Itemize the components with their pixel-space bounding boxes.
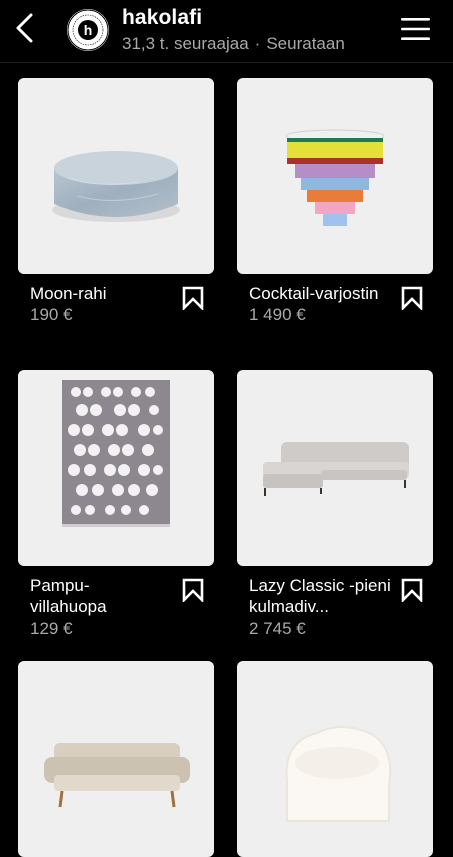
product-meta: Cocktail-varjostin 1 490 €	[237, 274, 433, 354]
account-name: hakolafi	[122, 6, 203, 29]
product-image[interactable]	[18, 370, 214, 566]
product-image[interactable]	[18, 78, 214, 274]
product-price: 190 €	[30, 305, 73, 324]
product-image[interactable]	[237, 370, 433, 566]
product-card[interactable]	[18, 661, 214, 857]
hakola-logo-icon: h	[67, 9, 109, 51]
profile-title-block: hakolafi 31,3 t. seuraajaa · Seurataan	[122, 6, 345, 55]
product-name[interactable]: Lazy Classic -pieni kulmadiv...	[249, 575, 397, 617]
product-price: 1 490 €	[249, 305, 306, 324]
product-image[interactable]	[237, 78, 433, 274]
follow-status[interactable]: Seurataan	[266, 34, 344, 53]
product-meta: Moon-rahi 190 €	[18, 274, 214, 354]
back-arrow-icon[interactable]	[10, 12, 40, 44]
product-meta: Lazy Classic -pieni kulmadiv... 2 745 €	[237, 566, 433, 646]
product-image[interactable]	[237, 661, 433, 857]
bookmark-icon[interactable]	[182, 286, 204, 310]
beige-sofa-icon	[44, 743, 190, 808]
product-card[interactable]: Moon-rahi 190 €	[18, 78, 214, 354]
avatar[interactable]: h	[67, 9, 109, 51]
product-card[interactable]: Pampu-villahuopa 129 €	[18, 370, 214, 646]
corner-sofa-icon	[263, 442, 409, 496]
wool-blanket-icon	[62, 380, 170, 527]
separator-dot: ·	[254, 34, 261, 53]
svg-text:h: h	[84, 22, 93, 38]
chandelier-icon	[285, 129, 385, 226]
bookmark-icon[interactable]	[401, 578, 423, 602]
bookmark-icon[interactable]	[182, 578, 204, 602]
product-card[interactable]: Lazy Classic -pieni kulmadiv... 2 745 €	[237, 370, 433, 646]
product-name[interactable]: Pampu-villahuopa	[30, 575, 150, 617]
product-price: 129 €	[30, 619, 73, 638]
product-image[interactable]	[18, 661, 214, 857]
bookmark-icon[interactable]	[401, 286, 423, 310]
profile-subline: 31,3 t. seuraajaa · Seurataan	[122, 33, 345, 55]
product-card[interactable]: Cocktail-varjostin 1 490 €	[237, 78, 433, 354]
product-meta: Pampu-villahuopa 129 €	[18, 566, 214, 646]
menu-icon[interactable]	[400, 16, 431, 42]
marble-pouf-icon	[52, 151, 180, 222]
armchair-icon	[285, 726, 392, 822]
product-name[interactable]: Cocktail-varjostin	[249, 283, 409, 304]
product-price: 2 745 €	[249, 619, 306, 638]
profile-header: h hakolafi 31,3 t. seuraajaa · Seurataan	[0, 0, 453, 63]
follower-count: 31,3 t. seuraajaa	[122, 34, 249, 53]
product-name[interactable]: Moon-rahi	[30, 283, 178, 304]
product-card[interactable]	[237, 661, 433, 857]
